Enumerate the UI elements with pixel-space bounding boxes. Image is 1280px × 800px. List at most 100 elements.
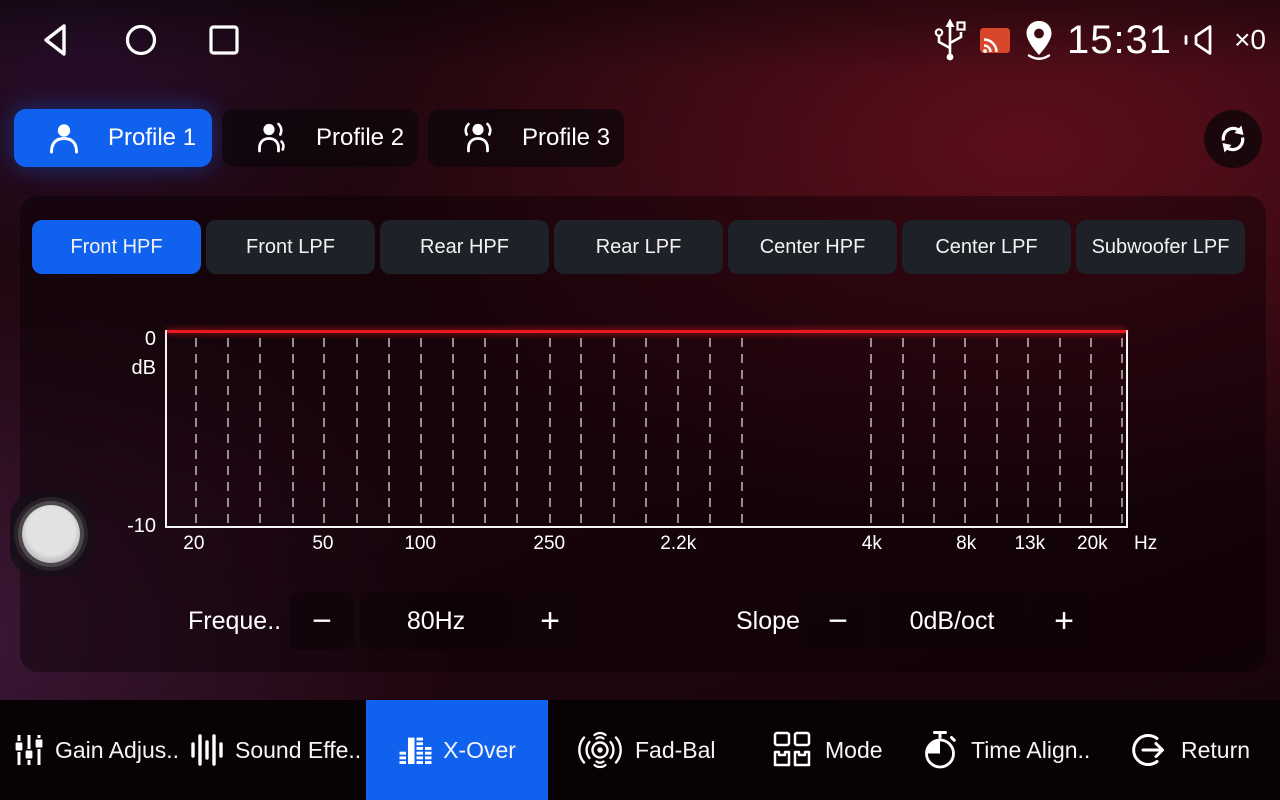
frequency-label: Freque..: [188, 592, 281, 650]
chart-gridline: [996, 338, 998, 524]
nav-xover[interactable]: X-Over: [366, 700, 548, 800]
frequency-value: 80Hz: [360, 592, 512, 650]
nav-label: X-Over: [443, 737, 516, 764]
profile-3-button[interactable]: Profile 3: [428, 109, 624, 167]
home-circle-icon[interactable]: [124, 0, 158, 80]
clock: 15:31: [1067, 18, 1172, 63]
tab-label: Center HPF: [760, 236, 866, 259]
x-axis-unit: Hz: [1134, 533, 1157, 555]
sound-effect-bars-icon: [190, 732, 224, 768]
nav-label: Return: [1181, 737, 1250, 764]
chart-gridline: [580, 338, 582, 524]
chart-x-ticks: 20501002502.2k4k8k13k20k: [165, 533, 1128, 559]
chart-x-tick: 20k: [1077, 533, 1108, 555]
nav-mode[interactable]: Mode: [770, 700, 883, 800]
nav-label: Gain Adjus..: [55, 737, 179, 764]
chart-gridline: [292, 338, 294, 524]
slope-plus-button[interactable]: +: [1032, 592, 1096, 650]
chart-gridline: [933, 338, 935, 524]
y-axis-label-minus10: -10: [92, 514, 156, 538]
chart-gridline: [1090, 338, 1092, 524]
chart-gridline: [1027, 338, 1029, 524]
stopwatch-icon: [920, 729, 960, 771]
frequency-minus-button[interactable]: −: [290, 592, 354, 650]
profile-1-button[interactable]: Profile 1: [14, 109, 212, 167]
nav-label: Sound Effe..: [235, 737, 361, 764]
slope-label: Slope: [736, 592, 800, 650]
chart-x-tick: 8k: [956, 533, 976, 555]
tab-center-lpf[interactable]: Center LPF: [902, 220, 1071, 274]
tab-label: Rear LPF: [596, 236, 682, 259]
chart-gridline: [227, 338, 229, 524]
refresh-button[interactable]: [1204, 110, 1262, 168]
chart-gridline: [420, 338, 422, 524]
slope-value: 0dB/oct: [876, 592, 1028, 650]
usb-icon: [932, 17, 968, 63]
profile-person-icon: [46, 120, 82, 156]
status-bar: 15:31 ×0: [0, 0, 1280, 80]
status-indicators: 15:31 ×0: [932, 0, 1266, 80]
nav-sound-effects[interactable]: Sound Effe..: [190, 700, 361, 800]
chart-gridline: [677, 338, 679, 524]
tab-label: Front LPF: [246, 236, 335, 259]
nav-time-align[interactable]: Time Align..: [920, 700, 1090, 800]
chart-gridline: [964, 338, 966, 524]
chart-x-tick: 100: [404, 533, 436, 555]
nav-fad-bal[interactable]: Fad-Bal: [576, 700, 716, 800]
xover-screen: 15:31 ×0 Profile 1: [0, 0, 1280, 800]
profile-3-label: Profile 3: [522, 124, 610, 152]
tab-center-hpf[interactable]: Center HPF: [728, 220, 897, 274]
back-triangle-icon[interactable]: [40, 0, 70, 80]
refresh-sync-icon: [1216, 122, 1250, 156]
chart-gridline: [484, 338, 486, 524]
tab-front-hpf[interactable]: Front HPF: [32, 220, 201, 274]
location-icon: [1022, 19, 1056, 61]
chart-gridline: [452, 338, 454, 524]
gain-sliders-icon: [14, 732, 44, 768]
return-arrow-icon: [1130, 731, 1170, 769]
chart-x-tick: 13k: [1014, 533, 1045, 555]
chart-gridline: [1059, 338, 1061, 524]
bottom-nav: Gain Adjus.. Sound Effe..: [0, 700, 1280, 800]
recents-square-icon[interactable]: [208, 0, 240, 80]
nav-label: Fad-Bal: [635, 737, 716, 764]
tab-label: Center LPF: [935, 236, 1037, 259]
chart-gridline: [902, 338, 904, 524]
profile-2-label: Profile 2: [316, 124, 404, 152]
nav-gain-adjust[interactable]: Gain Adjus..: [14, 700, 179, 800]
equalizer-icon: [398, 733, 432, 767]
y-axis-label-0: 0: [92, 327, 156, 351]
chart-gridline: [613, 338, 615, 524]
cast-icon: [979, 27, 1011, 54]
chart-gridline: [195, 338, 197, 524]
slope-minus-button[interactable]: −: [806, 592, 870, 650]
tab-label: Subwoofer LPF: [1092, 236, 1230, 259]
chart-x-tick: 50: [312, 533, 333, 555]
tab-rear-hpf[interactable]: Rear HPF: [380, 220, 549, 274]
frequency-plus-button[interactable]: +: [518, 592, 582, 650]
tab-subwoofer-lpf[interactable]: Subwoofer LPF: [1076, 220, 1245, 274]
chart-gridline: [549, 338, 551, 524]
nav-label: Time Align..: [971, 737, 1090, 764]
fader-balance-icon: [576, 727, 624, 773]
floating-ball-button[interactable]: [10, 492, 92, 576]
chart-response-line: [167, 330, 1126, 333]
floating-ball-icon: [22, 505, 80, 563]
nav-label: Mode: [825, 737, 883, 764]
chart-gridline: [356, 338, 358, 524]
tab-front-lpf[interactable]: Front LPF: [206, 220, 375, 274]
profile-2-button[interactable]: Profile 2: [222, 109, 418, 167]
tab-label: Rear HPF: [420, 236, 509, 259]
chart-plot[interactable]: [165, 330, 1128, 528]
chart-gridline: [870, 338, 872, 524]
tab-rear-lpf[interactable]: Rear LPF: [554, 220, 723, 274]
chart-gridline: [709, 338, 711, 524]
nav-return[interactable]: Return: [1130, 700, 1250, 800]
chart-gridline: [645, 338, 647, 524]
chart-gridline: [323, 338, 325, 524]
mode-grid-icon: [770, 730, 814, 770]
chart-gridline: [1121, 338, 1123, 524]
profile-1-label: Profile 1: [108, 124, 196, 152]
chart-x-tick: 4k: [862, 533, 882, 555]
volume-level: ×0: [1234, 24, 1266, 56]
